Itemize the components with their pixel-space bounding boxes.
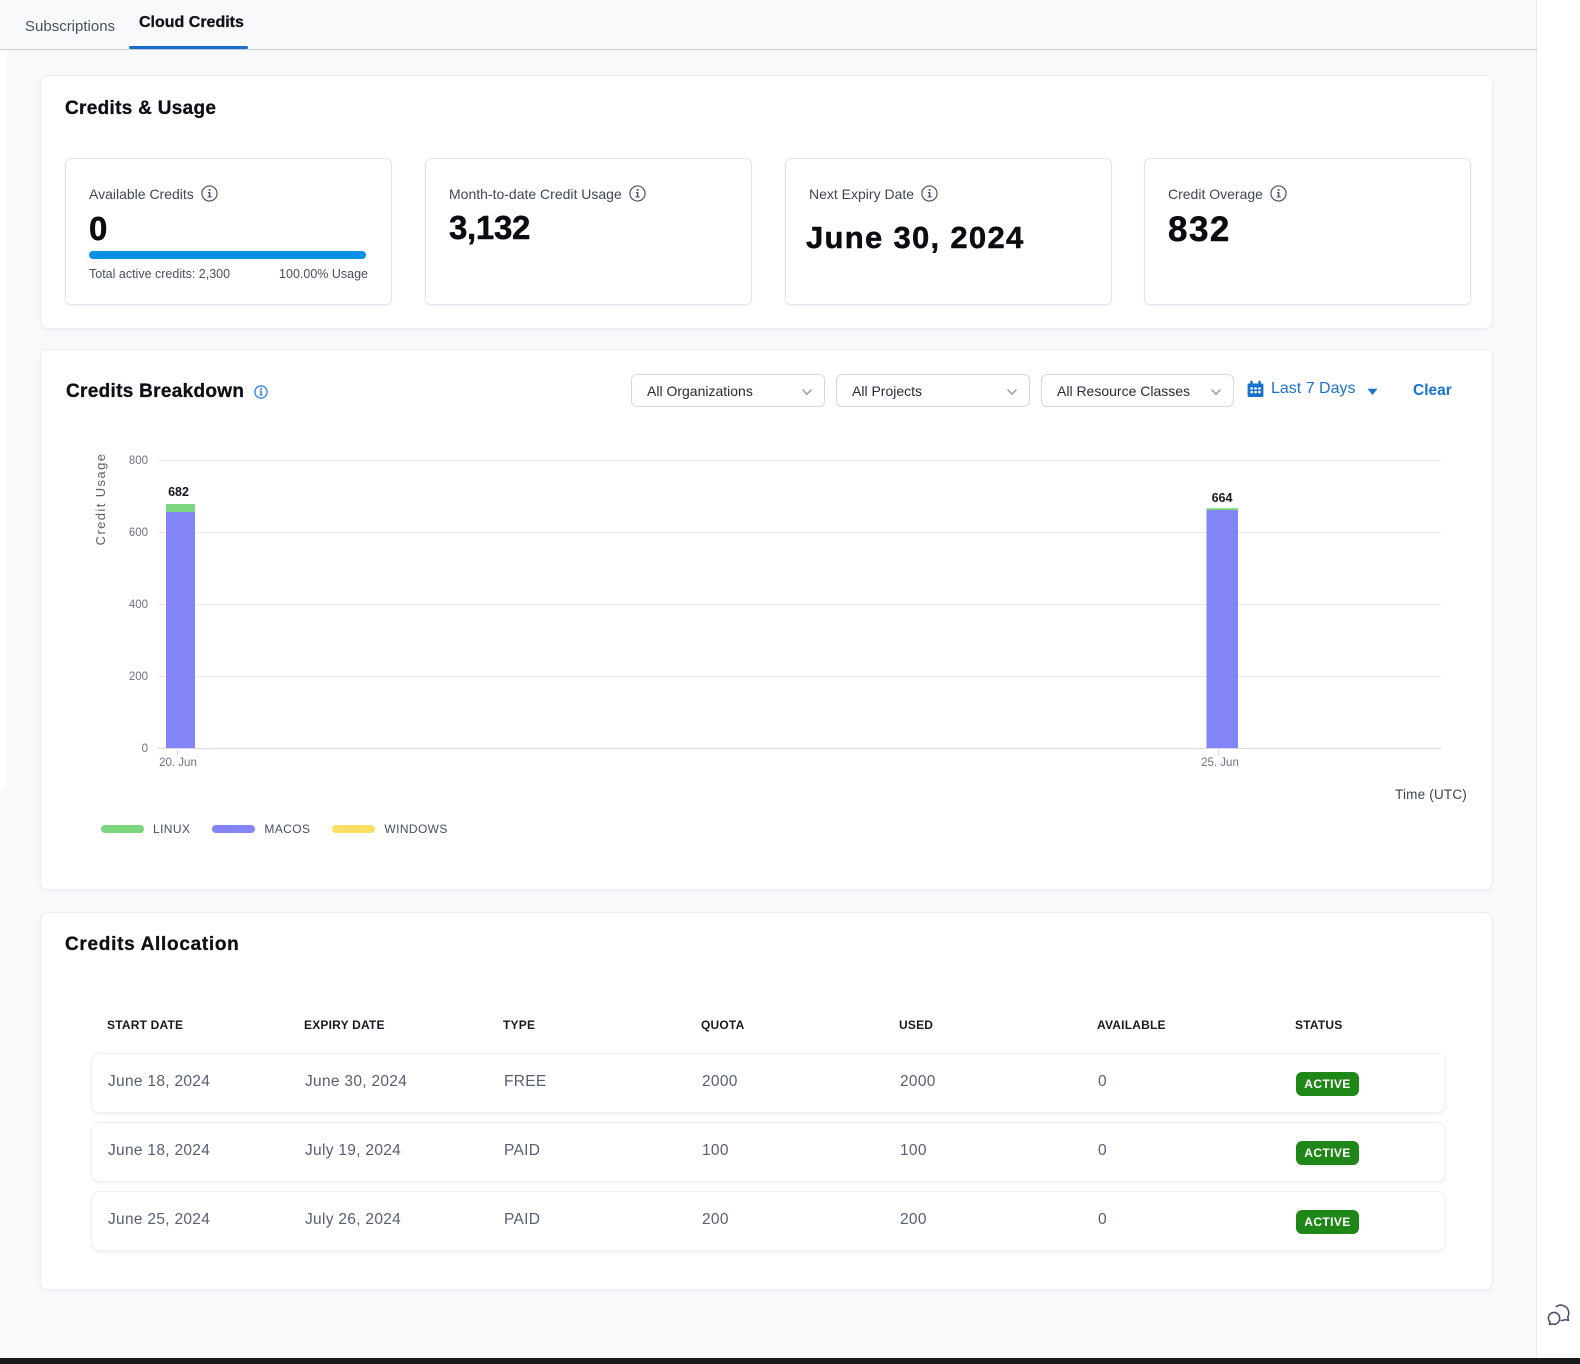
svg-text:682: 682 xyxy=(168,485,189,499)
svg-text:Credit Usage: Credit Usage xyxy=(93,453,108,546)
svg-text:0: 0 xyxy=(142,743,148,755)
svg-text:200: 200 xyxy=(129,671,148,683)
svg-text:25. Jun: 25. Jun xyxy=(1201,757,1239,769)
svg-text:Time (UTC): Time (UTC) xyxy=(1395,787,1467,802)
svg-text:800: 800 xyxy=(129,455,148,467)
svg-text:20. Jun: 20. Jun xyxy=(159,757,197,769)
svg-text:400: 400 xyxy=(129,599,148,611)
svg-text:600: 600 xyxy=(129,527,148,539)
svg-text:664: 664 xyxy=(1212,491,1233,505)
